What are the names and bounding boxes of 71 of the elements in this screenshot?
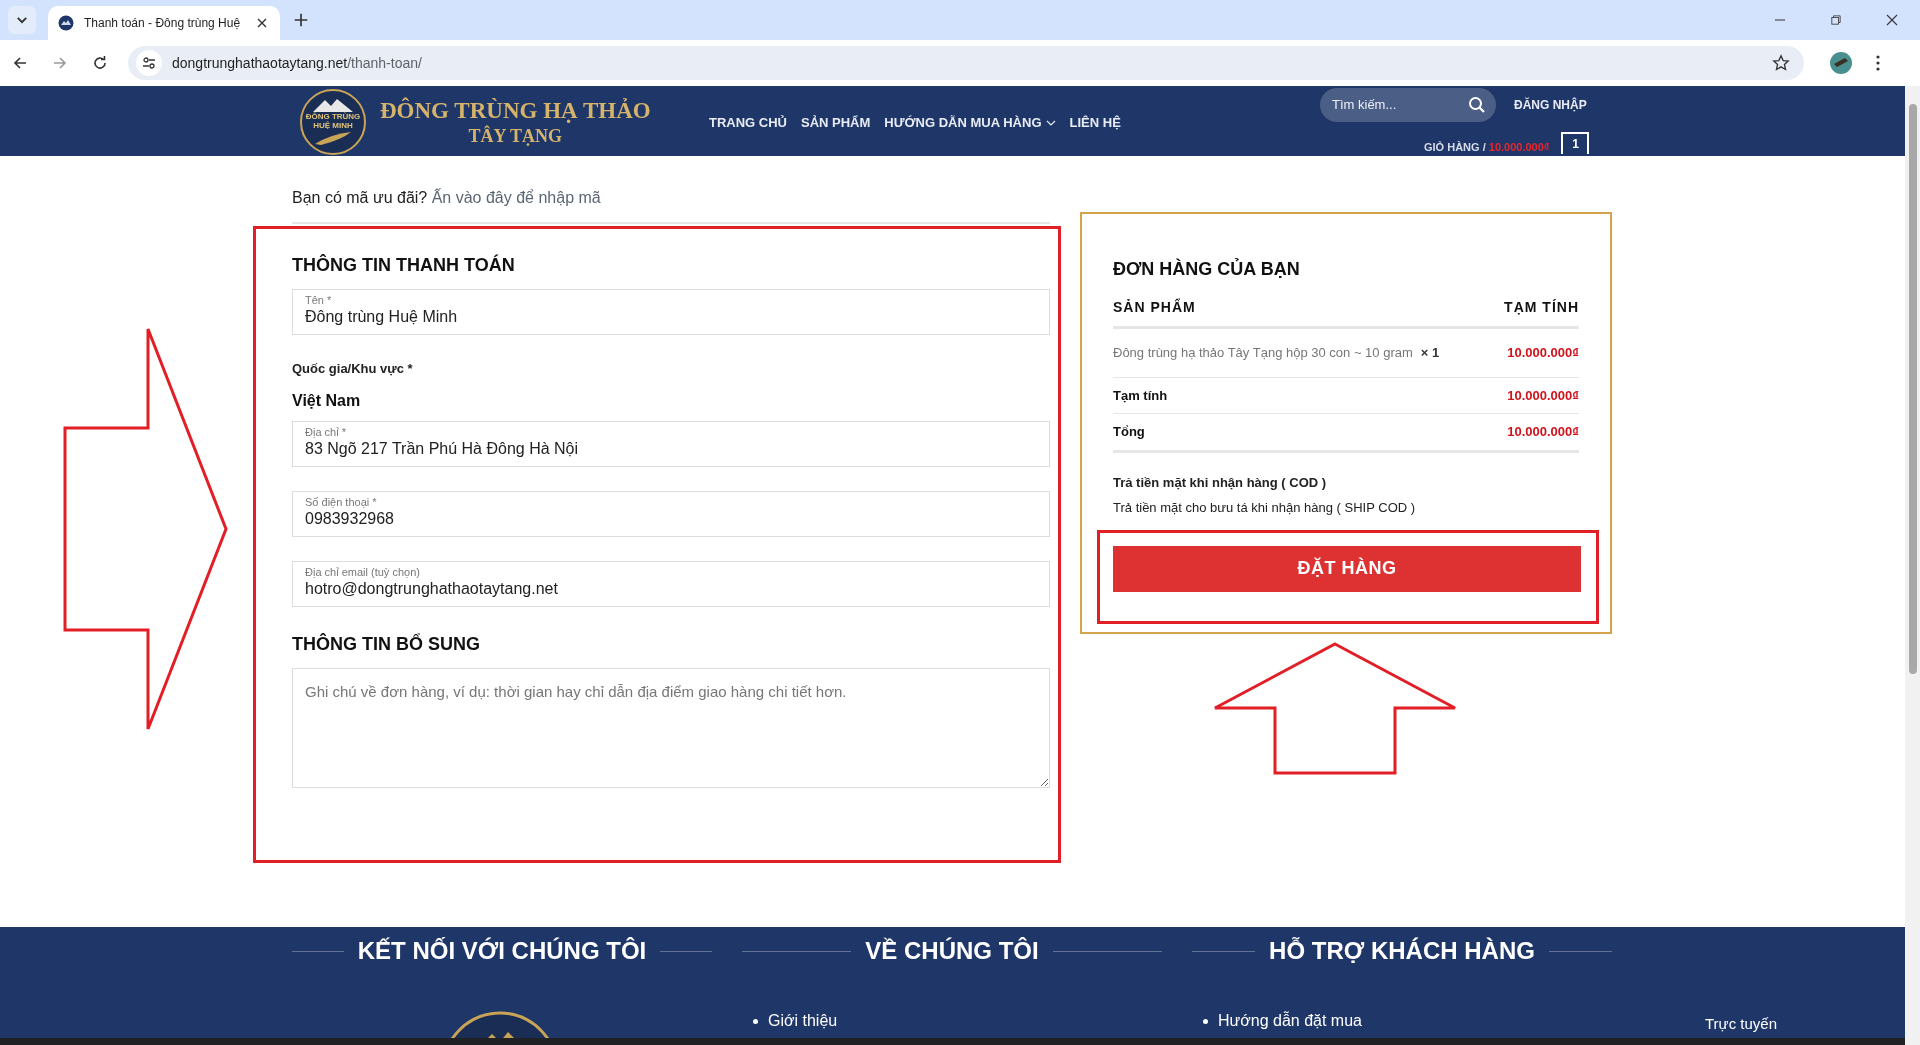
bullet-icon [1203, 1018, 1208, 1024]
back-icon[interactable] [12, 55, 28, 71]
product-name: Đông trùng hạ thảo Tây Tạng hộp 30 con ~ 10 gram [1113, 344, 1413, 362]
input-field[interactable]: 83 Ngõ 217 Trần Phú Hà Đông Hà Nội [305, 438, 1037, 459]
total-label: Tổng [1113, 423, 1145, 441]
field-label: Quốc gia/Khu vực * [292, 360, 414, 378]
nav-link[interactable]: TRANG CHỦ [709, 113, 787, 133]
address-bar[interactable]: dongtrunghathaotaytang.net/thanh-toan/ [128, 46, 1804, 80]
bookmark-star-icon[interactable] [1772, 54, 1790, 72]
new-tab-icon[interactable] [294, 13, 308, 27]
nav-link[interactable]: LIÊN HỆ [1069, 113, 1121, 133]
text-field[interactable]: Địa chỉ email (tuỳ chọn) hotro@dongtrunghathaotaytang.net [292, 560, 1050, 607]
column-header: SẢN PHẨM [1113, 297, 1196, 317]
text-field[interactable]: Địa chỉ * 83 Ngõ 217 Trần Phú Hà Đông Hà Nội [292, 420, 1050, 467]
scrollbar[interactable] [1905, 86, 1920, 1045]
logo-title: ĐÔNG TRÙNG HẠ THẢO [380, 97, 651, 125]
coupon-prompt: Bạn có mã ưu đãi? Ấn vào đây để nhập mã [292, 187, 602, 208]
url-text: dongtrunghathaotaytang.net/thanh-toan/ [172, 53, 423, 73]
input-field[interactable]: Đông trùng Huệ Minh [305, 307, 1037, 327]
footer-heading: HỖ TRỢ KHÁCH HÀNG [1269, 936, 1535, 966]
more-menu-icon[interactable] [1876, 55, 1880, 71]
tab-title: Thanh toán - Đông trùng Huệ [84, 15, 242, 32]
coupon-link[interactable]: Ấn vào đây để nhập mã [431, 189, 601, 206]
footer-heading: KẾT NỐI VỚI CHÚNG TÔI [357, 936, 647, 966]
payment-method-description: Trả tiền mặt cho bưu tá khi nhận hàng ( SHIP COD ) [1113, 499, 1417, 517]
bullet-icon [753, 1018, 758, 1024]
input-field[interactable]: 0983932968 [305, 508, 1037, 529]
footer-link[interactable]: Giới thiệu [768, 1009, 838, 1033]
site-settings-icon[interactable] [136, 50, 162, 76]
tab-list-icon[interactable] [8, 6, 36, 34]
field-value: Việt Nam [292, 390, 362, 411]
field-label: Địa chỉ * [305, 424, 347, 439]
mountain-icon [313, 98, 353, 112]
order-notes-field[interactable]: Ghi chú về đơn hàng, ví dụ: thời gian hay chỉ dẫn địa điểm giao hàng chi tiết hơn. [292, 667, 1050, 788]
logo-subtitle: TÂY TẠNG [468, 125, 563, 147]
section-heading: THÔNG TIN THANH TOÁN [292, 253, 516, 277]
total-label: Tạm tính [1113, 386, 1168, 405]
total-value: 10.000.000₫ [1507, 386, 1579, 405]
forward-icon[interactable] [52, 55, 68, 71]
scrollbar-thumb[interactable] [1909, 104, 1917, 674]
nav-link[interactable]: HƯỚNG DẪN MUA HÀNG [884, 113, 1056, 133]
product-price: 10.000.000₫ [1507, 344, 1579, 362]
site-favicon-icon [58, 15, 74, 31]
column-header: TẠM TÍNH [1504, 298, 1579, 317]
field-label: Địa chỉ email (tuỳ chọn) [305, 564, 421, 579]
login-link[interactable]: ĐĂNG NHẬP [1514, 96, 1587, 114]
browser-tab[interactable]: Thanh toán - Đông trùng Huệ [48, 6, 280, 40]
section-heading: THÔNG TIN BỔ SUNG [292, 632, 481, 656]
footer-heading: VỀ CHÚNG TÔI [865, 936, 1039, 966]
cart-count-badge[interactable]: 1 [1561, 132, 1590, 154]
input-field[interactable]: hotro@dongtrunghathaotaytang.net [305, 578, 1037, 599]
text-field[interactable]: Số điện thoại * 0983932968 [292, 490, 1050, 537]
text-field[interactable]: Tên * Đông trùng Huệ Minh [292, 289, 1050, 335]
section-heading: ĐƠN HÀNG CỦA BẠN [1113, 257, 1301, 281]
place-order-button[interactable]: ĐẶT HÀNG [1113, 545, 1581, 592]
logo-badge-text: ĐÔNG TRÙNG HUỆ MINH [305, 112, 361, 130]
payment-method-title: Trả tiền mặt khi nhận hàng ( COD ) [1113, 473, 1328, 492]
total-value: 10.000.000₫ [1507, 423, 1579, 441]
field-label: Số điện thoại * [305, 494, 378, 509]
field-label: Tên * [305, 293, 333, 307]
feather-icon [313, 130, 353, 146]
cart-link[interactable]: GIỎ HÀNG / 10.000.000₫ [1424, 140, 1550, 154]
product-quantity: × 1 [1420, 344, 1440, 362]
search-icon[interactable] [1468, 96, 1486, 114]
footer-text: Trực tuyến [1705, 1014, 1777, 1034]
nav-link[interactable]: SẢN PHẨM [801, 113, 871, 133]
search-field[interactable]: Tìm kiếm... [1320, 88, 1496, 122]
profile-avatar-icon[interactable] [1830, 52, 1852, 74]
footer-link[interactable]: Hướng dẫn đặt mua [1218, 1009, 1362, 1033]
search-input[interactable]: Tìm kiếm... [1332, 95, 1462, 115]
reload-icon[interactable] [92, 55, 108, 71]
